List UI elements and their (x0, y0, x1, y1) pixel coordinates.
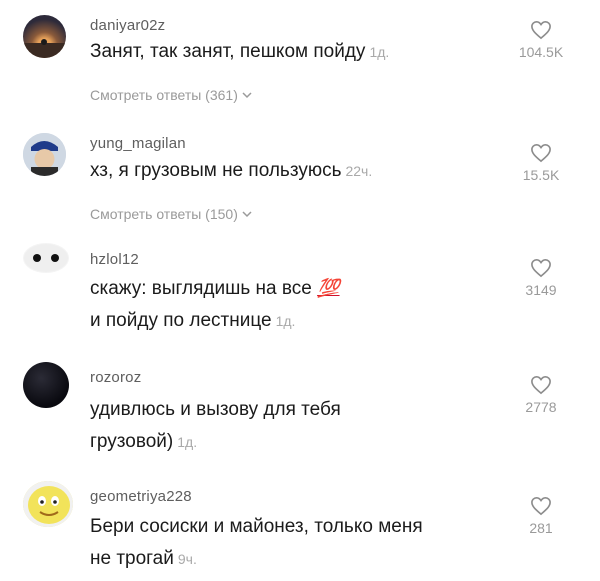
comment-text-line: удивлюсь и вызову для тебя (90, 399, 341, 420)
like-count: 2778 (525, 399, 557, 415)
like-count: 3149 (525, 282, 557, 298)
comment-username[interactable]: rozoroz (90, 369, 141, 386)
like-count: 281 (529, 520, 553, 536)
heart-icon (531, 375, 551, 395)
view-replies-button[interactable]: Смотреть ответы (361) (90, 87, 253, 103)
like-button[interactable]: 2778 (506, 375, 576, 417)
comment-text-line: скажу: выглядишь на все (90, 278, 312, 299)
like-button[interactable]: 15.5K (506, 143, 576, 185)
comment-text: скажу: выглядишь на все 💯 и пойду по лес… (90, 272, 510, 337)
comment-text-line: не трогай (90, 548, 174, 569)
view-replies-button[interactable]: Смотреть ответы (150) (90, 206, 253, 222)
comment-username[interactable]: hzlol12 (90, 251, 139, 268)
view-replies-label: Смотреть ответы (150) (90, 206, 238, 222)
avatar[interactable] (23, 362, 69, 408)
view-replies-label: Смотреть ответы (361) (90, 87, 238, 103)
comment-text: Бери сосиски и майонез, только меня не т… (90, 511, 510, 575)
comment-time: 1д. (275, 313, 296, 329)
avatar[interactable] (23, 15, 66, 58)
comment-time: 1д. (177, 434, 198, 450)
comment-time: 1д. (369, 44, 390, 60)
like-count: 104.5K (518, 44, 564, 60)
like-count: 15.5K (522, 167, 560, 183)
comment-time: 22ч. (345, 163, 373, 179)
comment-username[interactable]: daniyar02z (90, 17, 165, 34)
avatar[interactable] (23, 481, 73, 527)
avatar[interactable] (23, 243, 69, 273)
heart-icon (531, 258, 551, 278)
like-button[interactable]: 281 (506, 496, 576, 538)
comment-text-line: Занят, так занят, пешком пойду (90, 41, 366, 62)
comment-text-line: Бери сосиски и майонез, только меня (90, 516, 423, 537)
heart-icon (531, 143, 551, 163)
chevron-down-icon (242, 211, 252, 218)
like-button[interactable]: 104.5K (506, 20, 576, 62)
comment-text: удивлюсь и вызову для тебя грузовой) 1д. (90, 394, 510, 458)
comment-time: 9ч. (177, 551, 197, 567)
comment-text: Занят, так занят, пешком пойду 1д. (90, 36, 510, 68)
comment-text: хз, я грузовым не пользуюсь 22ч. (90, 155, 510, 187)
chevron-down-icon (242, 92, 252, 99)
comment-username[interactable]: yung_magilan (90, 135, 186, 152)
comment-text-line: хз, я грузовым не пользуюсь (90, 160, 342, 181)
comment-text-line: грузовой) (90, 431, 174, 452)
heart-icon (531, 496, 551, 516)
heart-icon (531, 20, 551, 40)
comment-text-line: и пойду по лестнице (90, 310, 272, 331)
like-button[interactable]: 3149 (506, 258, 576, 300)
hundred-points-icon: 💯 (317, 278, 340, 298)
avatar[interactable] (23, 133, 66, 176)
comment-username[interactable]: geometriya228 (90, 488, 192, 505)
